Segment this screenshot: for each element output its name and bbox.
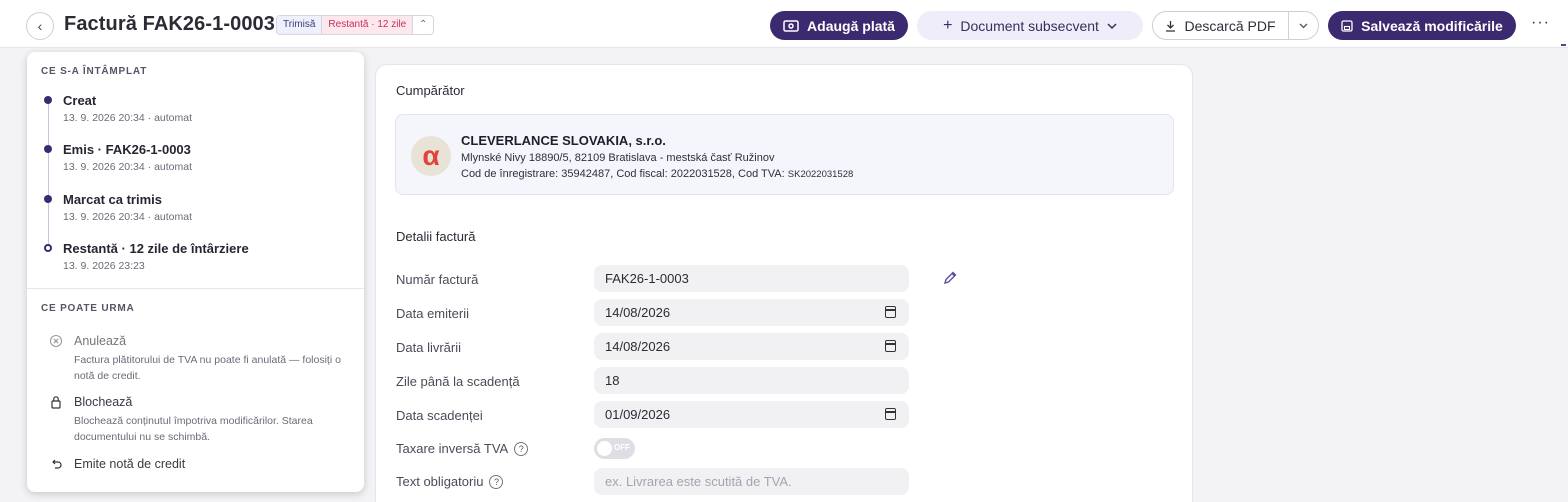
delivery-date-value: 14/08/2026 <box>605 339 671 354</box>
invoice-number-field[interactable]: FAK26-1-0003 <box>594 265 909 292</box>
lock-action-desc: Blochează conținutul împotriva modificăr… <box>74 415 313 443</box>
mandatory-text-label: Text obligatoriu? <box>396 474 504 489</box>
issue-date-label: Data emiterii <box>396 306 469 321</box>
more-options-icon[interactable]: ··· <box>1531 14 1550 32</box>
calendar-icon[interactable] <box>885 340 896 352</box>
days-due-label: Zile până la scadență <box>396 374 520 389</box>
details-heading: Detalii factură <box>396 229 476 244</box>
days-due-label-text: Zile până la scadență <box>396 374 520 389</box>
days-due-field[interactable]: 18 <box>594 367 909 394</box>
calendar-icon[interactable] <box>885 408 896 420</box>
panel-divider <box>27 288 364 289</box>
invoice-number-label: Număr factură <box>396 272 478 287</box>
toggle-state-text: OFF <box>614 443 630 452</box>
delivery-date-label-text: Data livrării <box>396 340 462 355</box>
history-panel: CE S-A ÎNTÂMPLAT Creat 13. 9. 2026 20:34… <box>27 52 364 492</box>
cancel-action-label: Anulează <box>74 334 127 348</box>
undo-icon <box>52 459 62 469</box>
due-date-value: 01/09/2026 <box>605 407 671 422</box>
help-icon[interactable]: ? <box>514 441 529 456</box>
lock-action-label: Blochează <box>74 395 133 409</box>
cancel-circle-icon <box>49 334 63 348</box>
cancel-action-desc: Factura plătitorului de TVA nu poate fi … <box>74 354 341 382</box>
pencil-icon[interactable] <box>942 270 958 286</box>
app-frame: ‹ Factură FAK26-1-0003 Trimisă Restantă … <box>0 0 1568 502</box>
buyer-box[interactable]: α CLEVERLANCE SLOVAKIA, s.r.o. Mlynské N… <box>395 114 1174 195</box>
subsequent-document-label: Document subsecvent <box>960 17 1099 34</box>
chevron-down-icon <box>1107 22 1117 29</box>
chevron-down-icon <box>1299 23 1308 28</box>
delivery-date-label: Data livrării <box>396 340 461 355</box>
timeline-dot <box>44 96 52 104</box>
lock-icon <box>51 396 61 409</box>
add-payment-button[interactable]: Adaugă plată <box>770 11 908 40</box>
issue-date-label-text: Data emiterii <box>396 306 469 321</box>
timeline-dot-pending <box>44 244 52 252</box>
download-icon <box>1166 20 1176 32</box>
toggle-knob <box>597 441 612 456</box>
save-icon <box>1341 19 1353 32</box>
reverse-charge-label: Taxare inversă TVA? <box>396 441 529 456</box>
chevron-up-icon: ⌃ <box>419 19 428 30</box>
badges-toggle-button[interactable]: ⌃ <box>413 16 434 34</box>
reverse-charge-label-text: Taxare inversă TVA <box>396 441 509 456</box>
subsequent-document-button[interactable]: + Document subsecvent <box>917 11 1143 40</box>
timeline-label: Restantă · 12 zile de întârziere <box>63 241 249 256</box>
help-icon[interactable]: ? <box>489 474 504 489</box>
timeline-label: Marcat ca trimis <box>63 192 162 207</box>
timeline-meta: 13. 9. 2026 23:23 <box>63 260 145 272</box>
status-badges: Trimisă Restantă · 12 zile ⌃ <box>276 15 435 35</box>
calendar-icon[interactable] <box>885 306 896 318</box>
reverse-charge-toggle[interactable]: OFF <box>594 438 635 459</box>
invoice-card: Cumpărător α CLEVERLANCE SLOVAKIA, s.r.o… <box>375 64 1193 502</box>
invoice-number-label-text: Număr factură <box>396 272 479 287</box>
plus-icon: + <box>943 16 953 34</box>
chevron-left-icon: ‹ <box>37 18 43 34</box>
back-button[interactable]: ‹ <box>26 12 54 40</box>
timeline-meta: 13. 9. 2026 20:34 · automat <box>63 112 193 124</box>
buyer-ids-text: Cod de înregistrare: 35942487, Cod fisca… <box>461 168 788 180</box>
buyer-address: Mlynské Nivy 18890/5, 82109 Bratislava -… <box>461 152 775 164</box>
timeline-label: Creat <box>63 93 97 108</box>
top-bar: ‹ Factură FAK26-1-0003 Trimisă Restantă … <box>0 0 1568 48</box>
timeline-meta: 13. 9. 2026 20:34 · automat <box>63 161 193 173</box>
mandatory-text-field[interactable]: ex. Livrarea este scutită de TVA. <box>594 468 909 495</box>
buyer-name: CLEVERLANCE SLOVAKIA, s.r.o. <box>461 133 666 148</box>
buyer-ids: Cod de înregistrare: 35942487, Cod fisca… <box>461 168 853 180</box>
add-payment-label: Adaugă plată <box>807 17 895 34</box>
buyer-logo: α <box>411 136 451 176</box>
scroll-indicator <box>1561 44 1566 46</box>
timeline-dot <box>44 145 52 153</box>
due-date-field[interactable]: 01/09/2026 <box>594 401 909 428</box>
save-changes-button[interactable]: Salvează modificările <box>1328 11 1516 40</box>
page-title: Factură FAK26-1-0003 <box>64 13 275 35</box>
issue-date-field[interactable]: 14/08/2026 <box>594 299 909 326</box>
save-changes-label: Salvează modificările <box>1361 17 1503 34</box>
cash-icon <box>783 19 799 32</box>
issue-date-value: 14/08/2026 <box>605 305 671 320</box>
buyer-heading: Cumpărător <box>396 83 465 98</box>
credit-note-action-label: Emite notă de credit <box>74 457 186 471</box>
download-pdf-label: Descarcă PDF <box>1184 17 1276 34</box>
timeline-meta: 13. 9. 2026 20:34 · automat <box>63 211 193 223</box>
mandatory-text-label-text: Text obligatoriu <box>396 474 484 489</box>
due-date-label: Data scadenței <box>396 408 483 423</box>
timeline-label: Emis · FAK26-1-0003 <box>63 142 191 157</box>
delivery-date-field[interactable]: 14/08/2026 <box>594 333 909 360</box>
due-date-label-text: Data scadenței <box>396 408 483 423</box>
timeline-title: CE S-A ÎNTÂMPLAT <box>41 66 148 77</box>
next-steps-title: CE POATE URMA <box>41 303 135 314</box>
status-badge-sent: Trimisă <box>277 16 323 34</box>
timeline-line <box>48 99 49 247</box>
timeline-dot <box>44 195 52 203</box>
download-options-button[interactable] <box>1288 11 1319 40</box>
status-badge-overdue: Restantă · 12 zile <box>322 16 414 34</box>
buyer-vat-code: SK2022031528 <box>787 169 854 180</box>
download-pdf-button[interactable]: Descarcă PDF <box>1152 11 1289 40</box>
